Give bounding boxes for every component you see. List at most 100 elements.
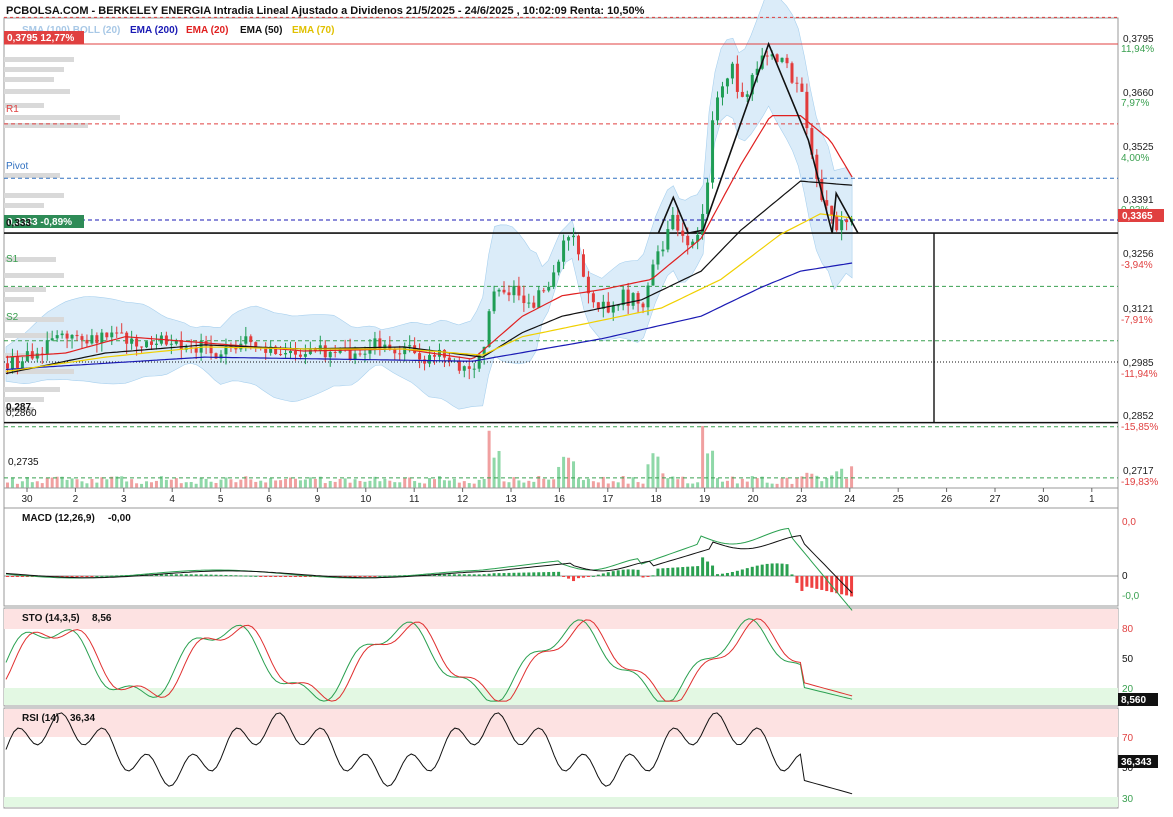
volume-bar <box>50 477 54 488</box>
candle-body <box>298 354 302 357</box>
macd-histogram-bar <box>100 575 104 577</box>
pct-label: -3,94% <box>1121 260 1153 271</box>
macd-histogram-bar <box>646 576 650 577</box>
price-tick: 0,3525 <box>1123 142 1154 153</box>
candle-body <box>735 63 739 92</box>
date-label: 30 <box>21 494 33 505</box>
legend-ema50: EMA (50) <box>240 25 282 36</box>
macd-tick: -0,0 <box>1122 591 1140 602</box>
candle-body <box>363 353 367 355</box>
price-tick: 0,2985 <box>1123 358 1154 369</box>
candle-body <box>547 286 551 291</box>
volume-bar <box>125 481 129 488</box>
candle-body <box>780 57 784 62</box>
macd-histogram-bar <box>542 572 546 576</box>
macd-histogram-bar <box>706 561 710 576</box>
macd-histogram-bar <box>194 574 198 576</box>
macd-histogram-bar <box>214 574 218 576</box>
candle-body <box>95 335 99 344</box>
level-label-pivot: Pivot <box>6 161 28 172</box>
macd-histogram-bar <box>289 576 293 577</box>
volume-bar <box>686 483 690 488</box>
macd-histogram-bar <box>840 576 844 595</box>
volume-bar <box>567 457 571 488</box>
macd-histogram-bar <box>621 569 625 576</box>
macd-title: MACD (12,26,9) <box>22 513 95 524</box>
candle-body <box>120 332 124 334</box>
volume-bar <box>676 479 680 488</box>
volume-bar <box>447 480 451 488</box>
candle-body <box>527 302 531 304</box>
volume-bar <box>681 476 685 488</box>
candle-body <box>572 235 576 238</box>
volume-bar <box>725 480 729 488</box>
macd-histogram-bar <box>562 576 566 577</box>
volume-bar <box>423 483 427 488</box>
volume-bar <box>80 481 84 488</box>
volume-bar <box>45 477 49 488</box>
macd-histogram-bar <box>775 563 779 576</box>
macd-histogram-bar <box>274 576 278 577</box>
macd-histogram-bar <box>755 565 759 576</box>
volume-bar <box>393 482 397 488</box>
volume-bar <box>666 478 670 488</box>
candle-body <box>562 240 566 262</box>
macd-value: -0,00 <box>108 513 131 524</box>
candle-body <box>676 214 680 231</box>
macd-histogram-bar <box>497 573 501 576</box>
volume-bar <box>775 483 779 488</box>
macd-histogram-bar <box>800 576 804 591</box>
date-label: 9 <box>315 494 321 505</box>
candle-body <box>795 82 799 84</box>
volume-bar <box>383 478 387 488</box>
candle-body <box>125 332 129 344</box>
volume-profile-bar <box>4 57 74 62</box>
candle-body <box>55 335 59 339</box>
volume-bar <box>100 477 104 488</box>
candle-body <box>671 214 675 230</box>
candle-body <box>154 343 158 345</box>
candle-body <box>706 182 710 214</box>
macd-histogram-bar <box>383 575 387 577</box>
macd-histogram-bar <box>596 574 600 576</box>
date-label: 17 <box>602 494 614 505</box>
macd-histogram-bar <box>730 571 734 576</box>
candle-body <box>358 353 362 355</box>
date-label: 2 <box>73 494 79 505</box>
rsi-badge-text: 36,343 <box>1121 757 1152 768</box>
macd-histogram-bar <box>572 576 576 582</box>
volume-bar <box>428 477 432 488</box>
volume-bar <box>413 481 417 488</box>
macd-histogram-bar <box>373 576 377 577</box>
volume-bar <box>105 479 109 488</box>
volume-bar <box>418 482 422 488</box>
candle-body <box>686 235 690 246</box>
macd-histogram-bar <box>10 576 14 577</box>
volume-bar <box>482 478 486 488</box>
volume-bar <box>691 483 695 488</box>
candle-body <box>428 355 432 364</box>
volume-bar <box>194 483 198 488</box>
volume-bar <box>611 481 615 488</box>
volume-bar <box>517 480 521 488</box>
candle-body <box>492 291 496 312</box>
date-label: 16 <box>554 494 566 505</box>
volume-bar <box>547 479 551 488</box>
volume-bar <box>20 481 24 488</box>
candle-body <box>462 366 466 371</box>
volume-bar <box>40 483 44 488</box>
macd-histogram-bar <box>696 566 700 576</box>
sto-value: 8,56 <box>92 613 112 624</box>
macd-histogram-bar <box>691 566 695 576</box>
candle-body <box>70 334 74 339</box>
volume-bar <box>149 482 153 488</box>
date-label: 24 <box>844 494 856 505</box>
volume-bar <box>765 482 769 488</box>
date-label: 10 <box>360 494 372 505</box>
macd-histogram-bar <box>557 571 561 576</box>
price-tick: 0,3256 <box>1123 249 1154 260</box>
date-label: 18 <box>651 494 663 505</box>
volume-bar <box>25 477 29 488</box>
candle-body <box>140 346 144 348</box>
volume-bar <box>706 453 710 488</box>
